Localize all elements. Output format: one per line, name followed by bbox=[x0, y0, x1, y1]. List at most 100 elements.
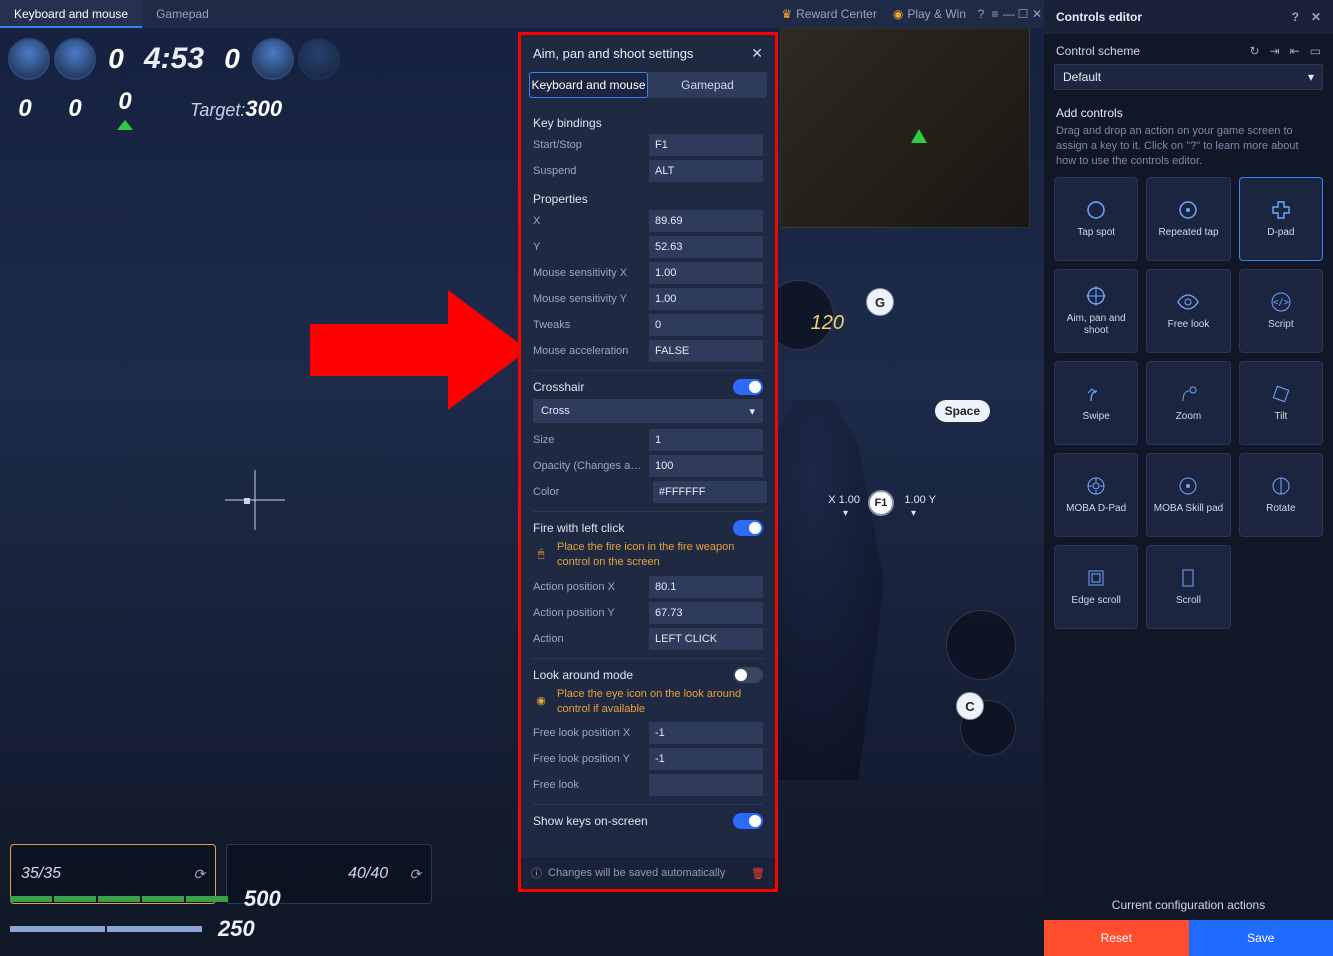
add-controls-hint: Drag and drop an action on your game scr… bbox=[1044, 122, 1333, 177]
info-icon: ⓘ bbox=[531, 865, 542, 881]
minimap bbox=[780, 28, 1030, 228]
suspend-input[interactable] bbox=[649, 160, 763, 182]
look-mode-toggle[interactable] bbox=[733, 667, 763, 683]
save-button[interactable]: Save bbox=[1189, 920, 1333, 956]
delete-icon[interactable]: 🗑 bbox=[751, 867, 765, 880]
panel-title: Controls editor bbox=[1056, 10, 1142, 24]
start-stop-input[interactable] bbox=[649, 134, 763, 156]
health-value: 500 bbox=[244, 886, 281, 912]
freelook-y-input[interactable] bbox=[649, 748, 763, 770]
prop-y-input[interactable] bbox=[649, 236, 763, 258]
team-avatar bbox=[252, 38, 294, 80]
maximize-icon[interactable]: ☐ bbox=[1016, 7, 1030, 21]
refresh-icon[interactable]: ↻ bbox=[1249, 44, 1259, 58]
crosshair-opacity-input[interactable] bbox=[649, 455, 763, 477]
fire-left-toggle[interactable] bbox=[733, 520, 763, 536]
swap-icon: ⟳ bbox=[409, 866, 421, 883]
svg-text:</>: </> bbox=[1273, 298, 1290, 308]
circle-icon bbox=[1085, 199, 1107, 221]
ctrl-repeated-tap[interactable]: Repeated tap bbox=[1146, 177, 1230, 261]
reset-button[interactable]: Reset bbox=[1044, 920, 1189, 956]
ctrl-rotate[interactable]: Rotate bbox=[1239, 453, 1323, 537]
reward-center-link[interactable]: ♛ Reward Center bbox=[773, 7, 884, 21]
tilt-icon bbox=[1270, 383, 1292, 405]
hud-strip-secondary: 0 0 0 Target:300 bbox=[0, 88, 420, 130]
weapon-icon bbox=[82, 860, 172, 888]
play-win-link[interactable]: ◉ Play & Win bbox=[885, 7, 974, 21]
edge-scroll-icon bbox=[1085, 567, 1107, 589]
ctrl-moba-dpad[interactable]: MOBA D-Pad bbox=[1054, 453, 1138, 537]
modal-tab-gamepad[interactable]: Gamepad bbox=[648, 72, 767, 98]
key-bubble-g[interactable]: G bbox=[866, 288, 894, 316]
chevron-down-icon[interactable]: ▾ bbox=[911, 508, 916, 519]
help-icon[interactable]: ? bbox=[1292, 10, 1299, 24]
crosshair-size-input[interactable] bbox=[649, 429, 763, 451]
freelook-key-input[interactable] bbox=[649, 774, 763, 796]
show-keys-toggle[interactable] bbox=[733, 813, 763, 829]
player-marker-icon bbox=[911, 129, 927, 143]
action-x-input[interactable] bbox=[649, 576, 763, 598]
score-left: 0 bbox=[98, 43, 134, 75]
crosshair-type-select[interactable]: Cross▾ bbox=[533, 399, 763, 423]
dpad-icon bbox=[1270, 199, 1292, 221]
team-avatar bbox=[8, 38, 50, 80]
key-bubble-space[interactable]: Space bbox=[935, 400, 990, 422]
ctrl-tap-spot[interactable]: Tap spot bbox=[1054, 177, 1138, 261]
add-controls-label: Add controls bbox=[1044, 92, 1333, 122]
panel-close-icon[interactable]: ✕ bbox=[1311, 10, 1321, 24]
ctrl-dpad[interactable]: D-pad bbox=[1239, 177, 1323, 261]
sensitivity-y-input[interactable] bbox=[649, 288, 763, 310]
mouse-accel-input[interactable] bbox=[649, 340, 763, 362]
score-right: 0 bbox=[214, 43, 250, 75]
crosshair-color-input[interactable] bbox=[653, 481, 767, 503]
key-bubble-c[interactable]: C bbox=[956, 692, 984, 720]
target-label: Target:300 bbox=[190, 96, 282, 122]
look-mode-label: Look around mode bbox=[533, 668, 633, 682]
coin-icon: ◉ bbox=[893, 7, 903, 21]
modal-title: Aim, pan and shoot settings bbox=[533, 46, 693, 61]
aim-x-value: X 1.00 bbox=[828, 494, 860, 506]
menu-icon[interactable]: ≡ bbox=[988, 7, 1002, 21]
aim-f1-badge[interactable]: F1 bbox=[868, 490, 894, 516]
ctrl-moba-skill[interactable]: MOBA Skill pad bbox=[1146, 453, 1230, 537]
import-icon[interactable]: ⇥ bbox=[1270, 44, 1280, 58]
eye-icon: ◉ bbox=[533, 687, 549, 717]
minimize-icon[interactable]: — bbox=[1002, 7, 1016, 21]
scheme-select[interactable]: Default▾ bbox=[1054, 64, 1323, 90]
modal-close-icon[interactable]: ✕ bbox=[751, 45, 763, 62]
ctrl-free-look[interactable]: Free look bbox=[1146, 269, 1230, 353]
skill-cost: 120 bbox=[811, 312, 844, 335]
ctrl-scroll[interactable]: Scroll bbox=[1146, 545, 1230, 629]
controls-grid: Tap spot Repeated tap D-pad Aim, pan and… bbox=[1044, 177, 1333, 629]
armor-value: 250 bbox=[218, 916, 255, 942]
action-key-input[interactable] bbox=[649, 628, 763, 650]
mouse-icon: 🖱 bbox=[533, 540, 549, 570]
chevron-down-icon[interactable]: ▾ bbox=[843, 508, 848, 519]
ctrl-zoom[interactable]: Zoom bbox=[1146, 361, 1230, 445]
action-button[interactable] bbox=[946, 610, 1016, 680]
match-timer: 4:53 bbox=[134, 42, 214, 76]
action-y-input[interactable] bbox=[649, 602, 763, 624]
crosshair-icon bbox=[225, 470, 285, 530]
sensitivity-x-input[interactable] bbox=[649, 262, 763, 284]
scheme-label: Control scheme bbox=[1056, 44, 1140, 58]
modal-tab-kbm[interactable]: Keyboard and mouse bbox=[529, 72, 648, 98]
folder-icon[interactable]: ▭ bbox=[1310, 44, 1321, 58]
close-icon[interactable]: ✕ bbox=[1030, 7, 1044, 21]
ctrl-edge-scroll[interactable]: Edge scroll bbox=[1054, 545, 1138, 629]
tab-keyboard-mouse[interactable]: Keyboard and mouse bbox=[0, 0, 142, 28]
help-icon[interactable]: ? bbox=[974, 7, 988, 21]
tab-gamepad[interactable]: Gamepad bbox=[142, 0, 223, 28]
prop-x-input[interactable] bbox=[649, 210, 763, 232]
ctrl-script[interactable]: </>Script bbox=[1239, 269, 1323, 353]
aim-settings-modal: Aim, pan and shoot settings ✕ Keyboard a… bbox=[518, 32, 778, 892]
show-keys-label: Show keys on-screen bbox=[533, 814, 648, 828]
export-icon[interactable]: ⇤ bbox=[1290, 44, 1300, 58]
ctrl-tilt[interactable]: Tilt bbox=[1239, 361, 1323, 445]
section-properties: Properties bbox=[533, 192, 763, 206]
ctrl-aim-pan-shoot[interactable]: Aim, pan and shoot bbox=[1054, 269, 1138, 353]
ctrl-swipe[interactable]: Swipe bbox=[1054, 361, 1138, 445]
freelook-x-input[interactable] bbox=[649, 722, 763, 744]
crosshair-toggle[interactable] bbox=[733, 379, 763, 395]
tweaks-input[interactable] bbox=[649, 314, 763, 336]
